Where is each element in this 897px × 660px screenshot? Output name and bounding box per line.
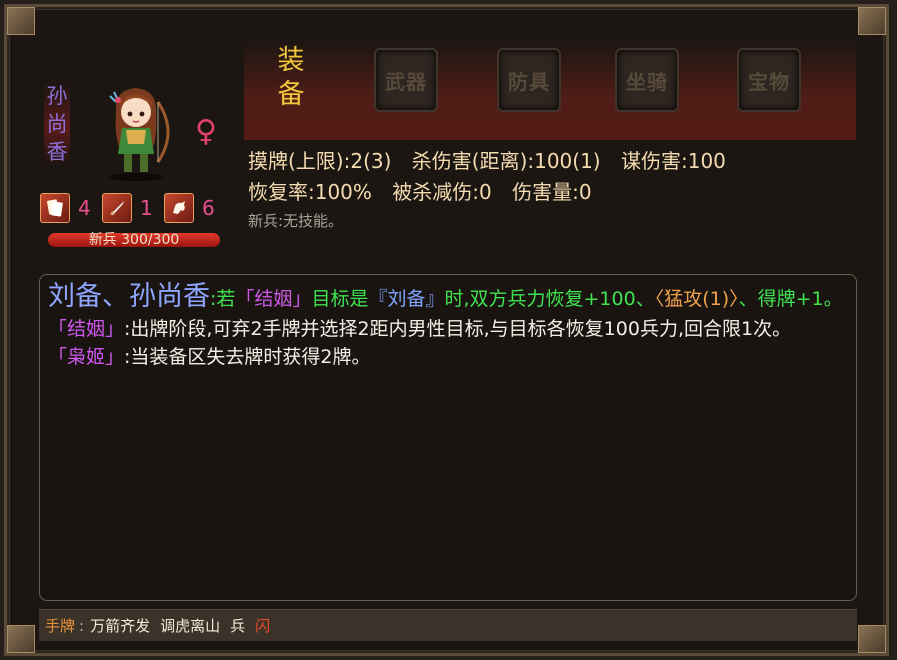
sword-icon xyxy=(102,193,132,223)
kill-damage-attribute: 杀伤害(距离):100(1) xyxy=(411,149,601,173)
equipment-title: 装 备 xyxy=(276,44,306,112)
damage-dealt-attribute: 伤害量:0 xyxy=(512,180,592,204)
skill-name: 「枭姬」 xyxy=(48,346,125,368)
rank-skill-note: 新兵:无技能。 xyxy=(248,212,344,230)
card-icon xyxy=(40,193,70,223)
equipment-title-char: 装 xyxy=(277,45,305,76)
combo-effect: 〈猛攻(1)〉 xyxy=(654,288,739,310)
combo-text: 、得牌+1。 xyxy=(738,288,843,310)
horse-icon xyxy=(164,193,194,223)
frame-corner xyxy=(7,7,35,35)
combo-names: 刘备、孙尚香 xyxy=(48,281,210,312)
attribute-line: 恢复率:100% 被杀减伤:0 伤害量:0 xyxy=(248,176,606,205)
mount-slot[interactable]: 坐骑 xyxy=(615,48,679,112)
hand-cards-bar: 手牌 : 万箭齐发 调虎离山 兵 闪 xyxy=(39,609,857,641)
frame-corner xyxy=(858,7,886,35)
frame-corner xyxy=(7,625,35,653)
hero-name-char: 香 xyxy=(46,140,68,164)
hand-card[interactable]: 闪 xyxy=(255,615,270,636)
weapon-slot[interactable]: 武器 xyxy=(374,48,438,112)
hero-stats: 4 1 6 xyxy=(40,193,226,223)
hand-separator: : xyxy=(79,616,85,635)
combo-skill: 「结姻」 xyxy=(235,288,312,310)
combo-description: 刘备、孙尚香:若「结姻」目标是『刘备』时,双方兵力恢复+100、〈猛攻(1)〉、… xyxy=(48,283,848,313)
attack-range-value: 1 xyxy=(140,196,153,220)
draw-attribute: 摸牌(上限):2(3) xyxy=(248,149,392,173)
armor-slot[interactable]: 防具 xyxy=(497,48,561,112)
frame-corner xyxy=(858,625,886,653)
combo-text: 目标是 xyxy=(311,288,369,310)
hand-limit-value: 4 xyxy=(78,196,91,220)
hand-card[interactable]: 兵 xyxy=(230,615,245,636)
skill-text: :出牌阶段,可弃2手牌并选择2距内男性目标,与目标各恢复100兵力,回合限1次。 xyxy=(124,318,792,340)
recovery-attribute: 恢复率:100% xyxy=(248,180,372,204)
equipment-title-char: 备 xyxy=(277,79,305,110)
hero-name-char: 孙 xyxy=(46,84,68,108)
damage-reduction-attribute: 被杀减伤:0 xyxy=(392,180,492,204)
hp-label: 新兵 300/300 xyxy=(88,232,180,248)
treasure-slot[interactable]: 宝物 xyxy=(737,48,801,112)
skill-line: 「枭姬」:当装备区失去牌时获得2牌。 xyxy=(48,343,848,371)
combo-target: 『刘备』 xyxy=(368,288,445,310)
hand-label: 手牌 xyxy=(45,617,76,635)
skill-name: 「结姻」 xyxy=(48,318,125,340)
skill-text: :当装备区失去牌时获得2牌。 xyxy=(124,346,371,368)
female-icon: ♀ xyxy=(195,114,217,149)
hero-name: 孙 尚 香 xyxy=(44,82,70,166)
combo-text: 时,双方兵力恢复+100、 xyxy=(444,288,655,310)
attribute-line: 摸牌(上限):2(3) 杀伤害(距离):100(1) 谋伤害:100 xyxy=(248,145,740,174)
strategy-damage-attribute: 谋伤害:100 xyxy=(620,149,726,173)
hand-card[interactable]: 调虎离山 xyxy=(160,615,220,636)
speed-value: 6 xyxy=(202,196,215,220)
skill-description-box: 刘备、孙尚香:若「结姻」目标是『刘备』时,双方兵力恢复+100、〈猛攻(1)〉、… xyxy=(39,274,857,601)
combo-text: 若 xyxy=(216,288,236,310)
hand-card[interactable]: 万箭齐发 xyxy=(90,615,150,636)
hero-portrait[interactable] xyxy=(96,82,178,182)
hero-name-char: 尚 xyxy=(46,112,68,136)
skill-line: 「结姻」:出牌阶段,可弃2手牌并选择2距内男性目标,与目标各恢复100兵力,回合… xyxy=(48,315,848,343)
